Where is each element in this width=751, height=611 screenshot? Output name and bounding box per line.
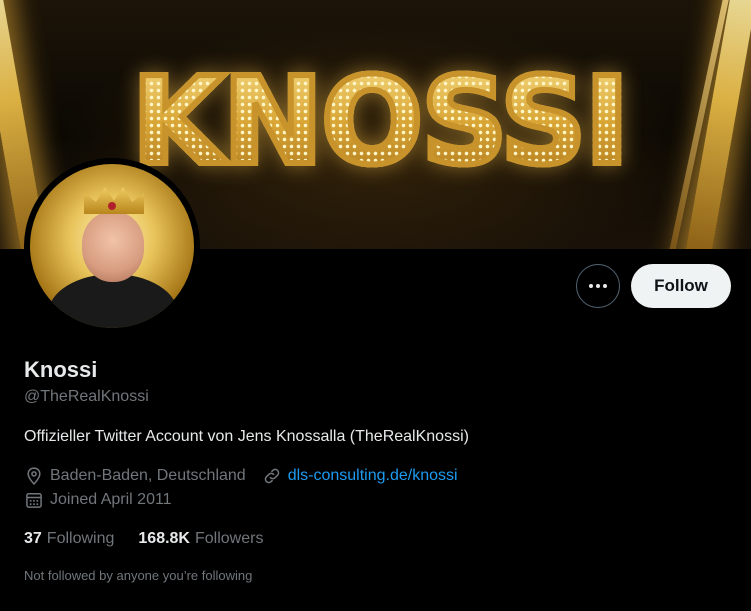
crown-jewel — [108, 202, 116, 210]
follow-button[interactable]: Follow — [631, 264, 731, 308]
joined-item: Joined April 2011 — [24, 490, 172, 510]
followers-label: Followers — [194, 530, 264, 547]
avatar[interactable] — [30, 164, 194, 328]
joined-row: Joined April 2011 — [24, 490, 172, 510]
location-text: Baden-Baden, Deutschland — [50, 467, 246, 484]
followers-count: 168.8K — [138, 530, 190, 547]
website-item[interactable]: dls-consulting.de/knossi — [262, 466, 458, 486]
joined-text: Joined April 2011 — [50, 491, 172, 508]
avatar-shirt — [48, 274, 178, 328]
profile-handle: @TheRealKnossi — [24, 388, 149, 405]
following-link[interactable]: 37 Following — [24, 530, 114, 548]
following-count: 37 — [24, 530, 42, 547]
profile-meta-row: Baden-Baden, Deutschland dls-consulting.… — [24, 466, 458, 486]
website-link[interactable]: dls-consulting.de/knossi — [288, 467, 458, 485]
avatar-face — [82, 212, 144, 282]
banner-logo: KNOSSI — [92, 50, 667, 195]
crown-icon — [84, 187, 144, 214]
profile-stats: 37 Following 168.8K Followers — [24, 530, 287, 548]
social-context-text: Not followed by anyone you’re following — [24, 568, 253, 583]
calendar-icon — [26, 493, 42, 508]
profile-name: Knossi — [24, 357, 98, 382]
location-pin-icon — [27, 467, 41, 485]
followers-link[interactable]: 168.8K Followers — [138, 530, 263, 548]
following-label: Following — [46, 530, 115, 547]
link-icon — [264, 468, 279, 484]
more-options-button[interactable] — [576, 264, 620, 308]
profile-bio: Offizieller Twitter Account von Jens Kno… — [24, 428, 469, 445]
location-item: Baden-Baden, Deutschland — [24, 466, 246, 486]
more-dots-icon — [589, 284, 607, 288]
